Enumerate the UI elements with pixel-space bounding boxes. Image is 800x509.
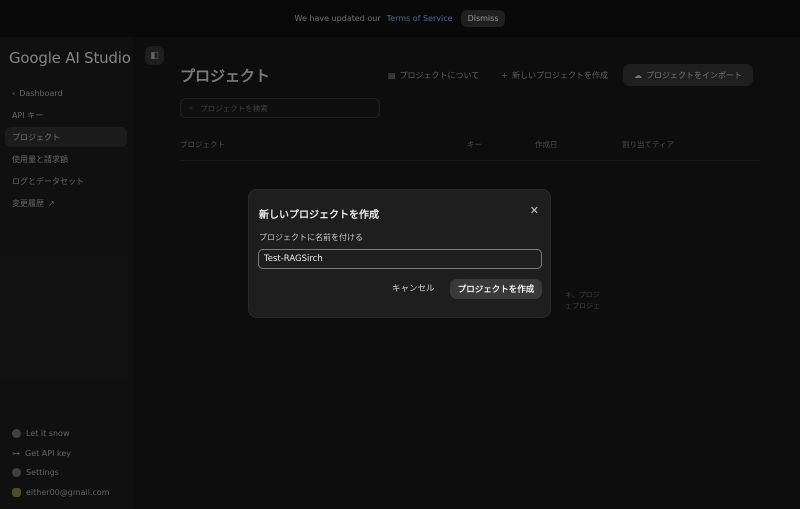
close-icon[interactable]: ✕ xyxy=(530,204,539,217)
dialog-title: 新しいプロジェクトを作成 xyxy=(259,210,379,221)
create-project-submit-button[interactable]: プロジェクトを作成 xyxy=(450,279,542,299)
project-name-label: プロジェクトに名前を付ける xyxy=(259,233,363,242)
create-project-dialog: 新しいプロジェクトを作成 ✕ プロジェクトに名前を付ける キャンセル プロジェク… xyxy=(248,189,551,318)
cancel-button[interactable]: キャンセル xyxy=(392,282,435,294)
project-name-input[interactable] xyxy=(258,249,542,269)
